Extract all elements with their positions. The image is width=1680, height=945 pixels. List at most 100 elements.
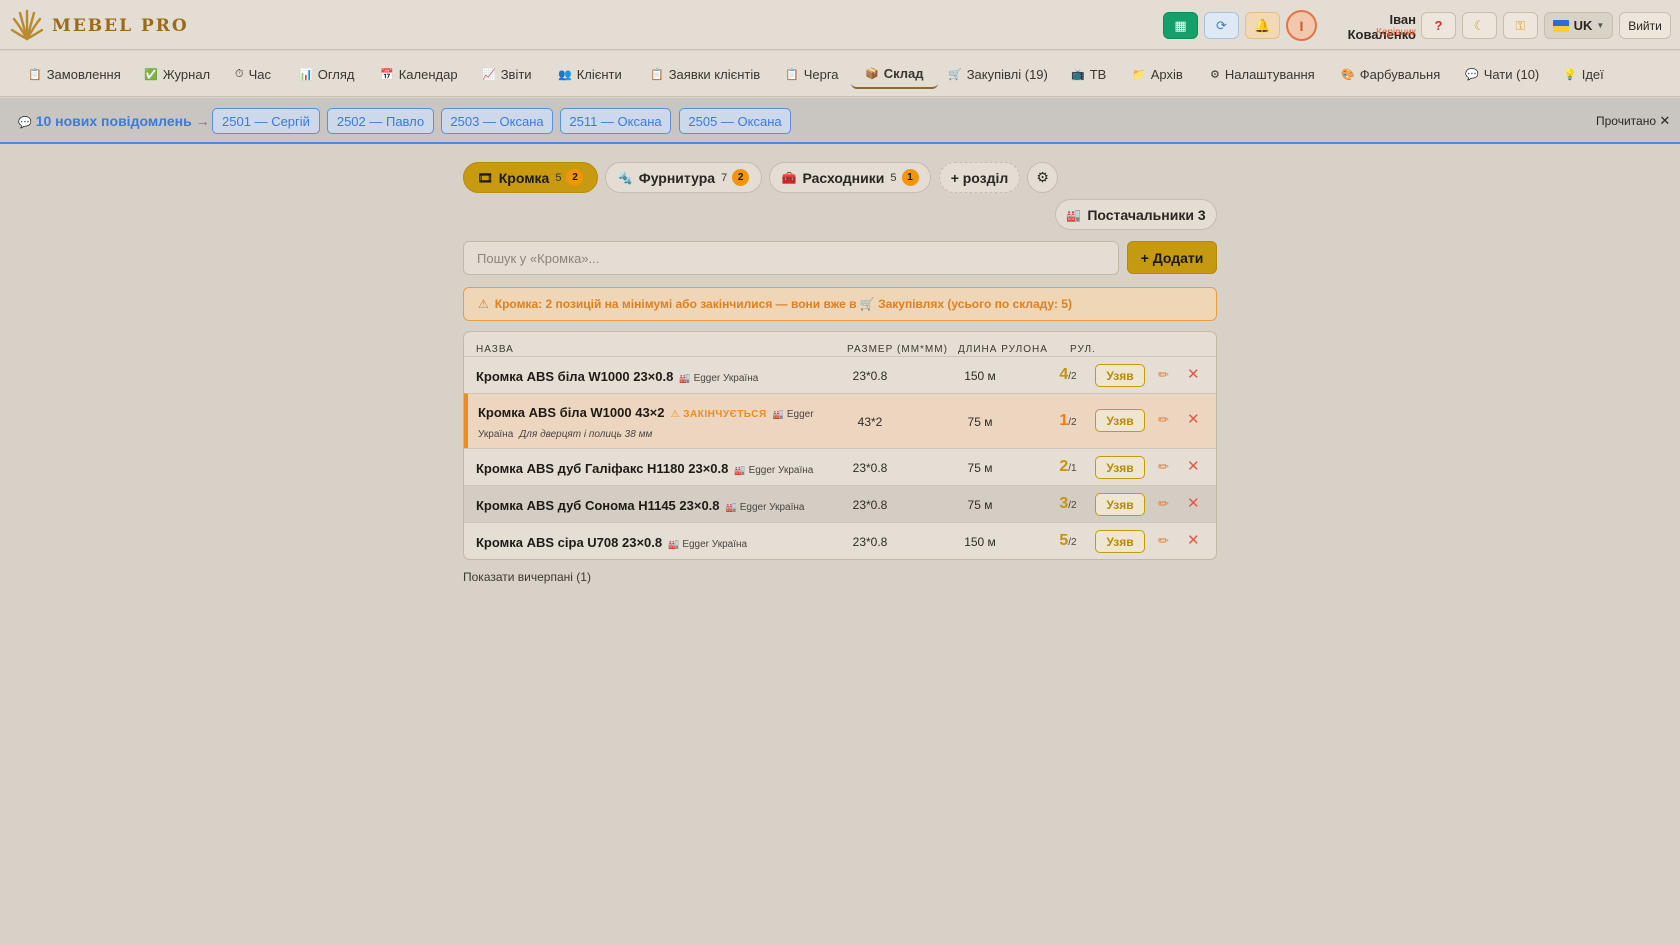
edit-icon[interactable]: ✏ [1158,367,1169,383]
edit-icon[interactable]: ✏ [1158,459,1169,475]
message-chip[interactable]: 2501 — Сергій [212,108,320,134]
item-name: Кромка ABS сіра U708 23×0.8 [476,535,663,550]
factory-icon: 🏭 [668,539,680,549]
users-icon: 👥 [558,68,572,81]
factory-icon: 🏭 [1066,207,1082,222]
message-chip[interactable]: 2511 — Оксана [560,108,671,134]
chat-icon: 💬 [1465,68,1479,81]
delete-icon[interactable]: ✕ [1187,531,1200,549]
flag-grid-icon: ▦ [1174,17,1187,33]
new-messages-link[interactable]: 💬 10 нових повідомлень → [18,113,210,129]
item-roll-count: 4/2 [1059,366,1077,383]
item-supplier: Egger Україна [693,373,759,384]
box-icon: 📦 [865,67,879,80]
add-section-button[interactable]: + розділ [939,162,1020,193]
take-button[interactable]: Узяв [1095,364,1145,387]
nav-item-time[interactable]: ⏱ Час [235,59,271,89]
wrench-icon: 🔩 [617,170,633,185]
nav-item-settings[interactable]: ⚙ Налаштування [1210,59,1315,89]
logout-button[interactable]: Вийти [1619,12,1671,39]
nav-item-tv[interactable]: 📺 ТВ [1071,59,1106,89]
item-size: 23*0.8 [852,535,888,549]
nav-item-orders[interactable]: 📋 Замовлення [28,59,121,89]
key-icon: ⚿ [1515,17,1526,33]
language-select[interactable]: UK ▼ [1544,12,1613,39]
delete-icon[interactable]: ✕ [1187,410,1200,428]
bar-chart-icon: 📊 [299,68,313,81]
item-supplier: Egger Україна [748,465,814,476]
search-input[interactable] [463,241,1119,275]
theme-toggle-button[interactable]: ☾ [1462,12,1497,39]
nav-item-purchases[interactable]: 🛒 Закупівлі (19) [948,59,1048,89]
palette-icon: 🎨 [1341,68,1355,81]
nav-item-queue[interactable]: 📋 Черга [785,59,839,89]
delete-icon[interactable]: ✕ [1187,494,1200,512]
nav-item-reports[interactable]: 📈 Звіти [482,59,532,89]
mark-read-button[interactable]: Прочитано ✕ [1596,113,1670,129]
column-header-roll-length: ДЛИНА РУЛОНА [958,344,1048,355]
nav-item-warehouse[interactable]: 📦 Склад [851,59,938,89]
take-button[interactable]: Узяв [1095,493,1145,516]
item-supplier: Egger [786,409,814,420]
close-icon: ✕ [1659,113,1671,128]
tab-hardware[interactable]: 🔩 Фурнитура 7 2 [605,162,762,193]
item-size: 43*2 [857,415,883,429]
factory-icon: 🏭 [734,465,746,475]
delete-icon[interactable]: ✕ [1187,457,1200,475]
nav-item-chats[interactable]: 💬 Чати (10) [1465,59,1539,89]
nav-item-journal[interactable]: ✅ Журнал [144,59,210,89]
clipboard-icon: 📋 [785,68,799,81]
suppliers-button[interactable]: 🏭 Постачальники 3 [1055,199,1217,230]
take-button[interactable]: Узяв [1095,409,1145,432]
cart-icon: 🛒 [948,68,962,81]
nav-item-overview[interactable]: 📊 Огляд [299,59,354,89]
table-row[interactable]: Кромка ABS біла W1000 43×2 ⚠ ЗАКІНЧУЄТЬСЯ… [464,393,1216,448]
table-row[interactable]: Кромка ABS сіра U708 23×0.8 🏭 Egger Україн… [464,522,1216,559]
edit-icon[interactable]: ✏ [1158,496,1169,512]
table-row[interactable]: Кромка ABS дуб Сонома H1145 23×0.8 🏭 Egger… [464,485,1216,522]
help-button[interactable]: ? [1421,12,1456,39]
nav-item-archive[interactable]: 📁 Архів [1132,59,1183,89]
inventory-table: НАЗВА РАЗМЕР (ММ*ММ) ДЛИНА РУЛОНА РУЛ. К… [463,331,1217,560]
item-roll-count: 5/2 [1059,532,1077,549]
table-row[interactable]: Кромка ABS біла W1000 23×0.8 🏭 Egger Украї… [464,356,1216,393]
low-stock-badge: 2 [732,169,750,186]
add-item-button[interactable]: + Додати [1127,241,1217,274]
item-roll-count: 2/1 [1059,458,1077,475]
nav-item-calendar[interactable]: 📅 Календар [380,59,458,89]
factory-icon: 🏭 [725,502,737,512]
key-button[interactable]: ⚿ [1503,12,1538,39]
column-header-name: НАЗВА [476,344,514,355]
item-supplier: Egger Україна [682,539,748,550]
show-exhausted-link[interactable]: Показати вичерпані (1) [463,570,591,584]
tab-consumables[interactable]: 🧰 Расходники 5 1 [769,162,931,193]
category-settings-button[interactable]: ⚙ [1027,162,1058,193]
item-size: 23*0.8 [852,461,888,475]
avatar[interactable]: І [1286,10,1317,41]
take-button[interactable]: Узяв [1095,530,1145,553]
check-icon: ✅ [144,68,158,81]
message-chip[interactable]: 2503 — Оксана [441,108,553,134]
refresh-icon: ⟳ [1216,17,1227,33]
refresh-button[interactable]: ⟳ [1204,12,1239,39]
nav-item-paint-shop[interactable]: 🎨 Фарбувальня [1341,59,1440,89]
message-chip[interactable]: 2502 — Павло [327,108,434,134]
notifications-button[interactable]: 🔔 [1245,12,1280,39]
table-row[interactable]: Кромка ABS дуб Галіфакс H1180 23×0.8 🏭 Egg… [464,448,1216,485]
uk-flag-button[interactable]: ▦ [1163,12,1198,39]
take-button[interactable]: Узяв [1095,456,1145,479]
ending-tag: ⚠ ЗАКІНЧУЄТЬСЯ [670,409,767,420]
nav-item-client-requests[interactable]: 📋 Заявки клієнтів [650,59,760,89]
tab-edging[interactable]: 🎞 Кромка 5 2 [463,162,598,193]
leaf-logo-icon[interactable] [10,8,44,42]
nav-item-ideas[interactable]: 💡 Ідеї [1563,59,1604,89]
edging-roll-icon: 🎞 [477,170,493,185]
edit-icon[interactable]: ✏ [1158,533,1169,549]
message-chip[interactable]: 2505 — Оксана [679,108,791,134]
item-name: Кромка ABS біла W1000 43×2 [478,405,665,420]
item-note: Для дверцят і полиць 38 мм [519,429,653,440]
delete-icon[interactable]: ✕ [1187,365,1200,383]
factory-icon: 🏭 [679,373,691,383]
edit-icon[interactable]: ✏ [1158,412,1169,428]
nav-item-clients[interactable]: 👥 Клієнти [558,59,622,89]
